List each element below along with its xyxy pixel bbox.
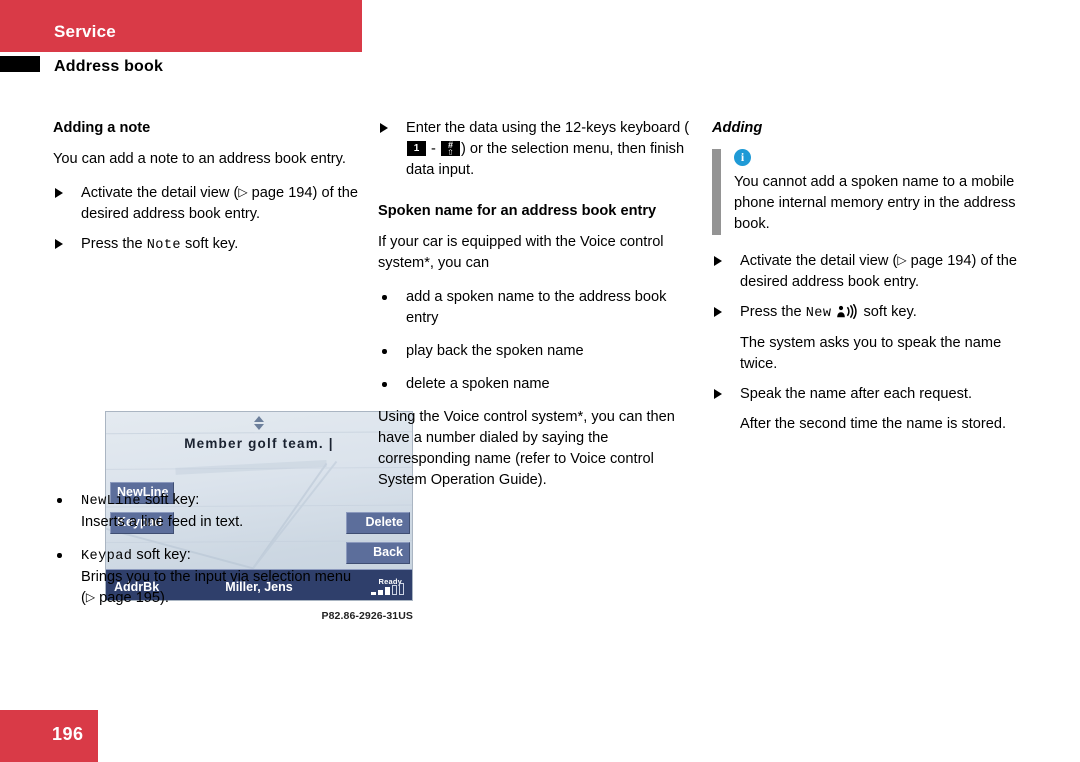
triangle-bullet-icon (714, 307, 722, 317)
mid-bullet-2: delete a spoken name (378, 374, 696, 395)
chapter-tab-marker (0, 56, 40, 72)
step-text-a: Activate the detail view ( (740, 253, 898, 269)
right-step-speak-name: Speak the name after each request. (712, 384, 1032, 405)
softkey-name-note: Note (146, 238, 181, 253)
softkey-name-new: New (805, 306, 832, 321)
page-title: Address book (54, 58, 164, 75)
bullet-text: play back the spoken name (406, 343, 584, 359)
right-continuation-2: After the second time the name is stored… (740, 416, 1007, 432)
round-bullet-icon (382, 382, 387, 387)
bullet-label: soft key: (140, 492, 200, 508)
right-heading: Adding (712, 120, 763, 136)
page-number: 196 (52, 724, 84, 744)
info-icon: i (734, 149, 751, 166)
note-side-bar (712, 149, 721, 235)
spoken-name-icon (835, 303, 859, 320)
step-text-a: Press the (81, 236, 147, 252)
triangle-bullet-icon (380, 123, 388, 133)
bullet-description-b: ). (160, 590, 169, 606)
left-step-press-note: Press the Note soft key. (53, 234, 358, 256)
softkey-name-keypad: Keypad (81, 549, 133, 564)
left-heading: Adding a note (53, 120, 151, 136)
note-text: You cannot add a spoken name to a mobile… (734, 174, 1016, 232)
right-step-press-new: Press the New soft key. (712, 302, 1032, 324)
round-bullet-icon (57, 498, 62, 503)
left-intro-paragraph: You can add a note to an address book en… (53, 151, 346, 167)
left-bullet-keypad-softkey: Keypad soft key: Brings you to the input… (53, 545, 358, 609)
bullet-label: soft key: (132, 547, 191, 563)
left-bullet-newline-softkey: NewLine soft key: Inserts a line feed in… (53, 490, 358, 533)
triangle-bullet-icon (714, 256, 722, 266)
page-ref-triangle-icon: ▷ (897, 253, 907, 267)
screen-note-text: Member golf team. | (184, 436, 334, 451)
page-ref-triangle-icon: ▷ (85, 590, 96, 604)
mid-bullet-1: play back the spoken name (378, 341, 696, 362)
right-continuation-1: The system asks you to speak the name tw… (740, 335, 1002, 372)
signal-strength-icon (371, 583, 404, 595)
left-step-activate-detail-view: Activate the detail view (▷ page 194) of… (53, 183, 358, 225)
round-bullet-icon (57, 553, 62, 558)
step-text-b: soft key. (180, 236, 239, 252)
keypad-key-hash-shift-icon: # ⇧ (440, 140, 460, 157)
key-range-dash: - (427, 141, 440, 157)
mid-closing-paragraph: Using the Voice control system*, you can… (378, 409, 675, 488)
left-column: Adding a note You can add a note to an a… (53, 118, 413, 622)
triangle-bullet-icon (55, 188, 63, 198)
round-bullet-icon (382, 295, 387, 300)
round-bullet-icon (382, 349, 387, 354)
step-text-a: Enter the data using the 12-keys keyboar… (406, 120, 690, 136)
step-text-b: soft key. (859, 304, 917, 320)
step-text-a: Activate the detail view ( (81, 185, 239, 201)
scroll-up-arrow-icon (254, 416, 264, 422)
right-step-activate-detail-view: Activate the detail view (▷ page 194) of… (712, 251, 1032, 293)
mid-bullet-0: add a spoken name to the address book en… (378, 287, 696, 329)
scroll-down-arrow-icon (254, 424, 264, 430)
bullet-text: add a spoken name to the address book en… (406, 289, 667, 326)
middle-column: Enter the data using the 12-keys keyboar… (378, 118, 696, 504)
right-column: Adding i You cannot add a spoken name to… (712, 118, 1032, 444)
page-reference: page 194 (910, 253, 972, 269)
page-reference: page 194 (251, 185, 313, 201)
figure-caption: P82.86-2926-31US (321, 610, 413, 622)
triangle-bullet-icon (55, 239, 63, 249)
triangle-bullet-icon (714, 389, 722, 399)
bullet-text: delete a spoken name (406, 376, 550, 392)
mid-intro-paragraph: If your car is equipped with the Voice c… (378, 234, 664, 271)
step-text: Speak the name after each request. (740, 386, 973, 402)
page-ref-triangle-icon: ▷ (238, 185, 248, 199)
softkey-name-newline: NewLine (81, 494, 141, 509)
mid-step-enter-data: Enter the data using the 12-keys keyboar… (378, 118, 696, 181)
keypad-key-1-icon: 1 (407, 141, 426, 156)
info-note-box: i You cannot add a spoken name to a mobi… (712, 149, 1032, 235)
section-title: Service (54, 22, 116, 41)
step-text-a: Press the (740, 304, 806, 320)
scroll-indicator-icon (253, 416, 265, 430)
page-reference: page 195 (99, 590, 161, 606)
mid-heading: Spoken name for an address book entry (378, 203, 657, 219)
bullet-description: Inserts a line feed in text. (81, 514, 244, 530)
